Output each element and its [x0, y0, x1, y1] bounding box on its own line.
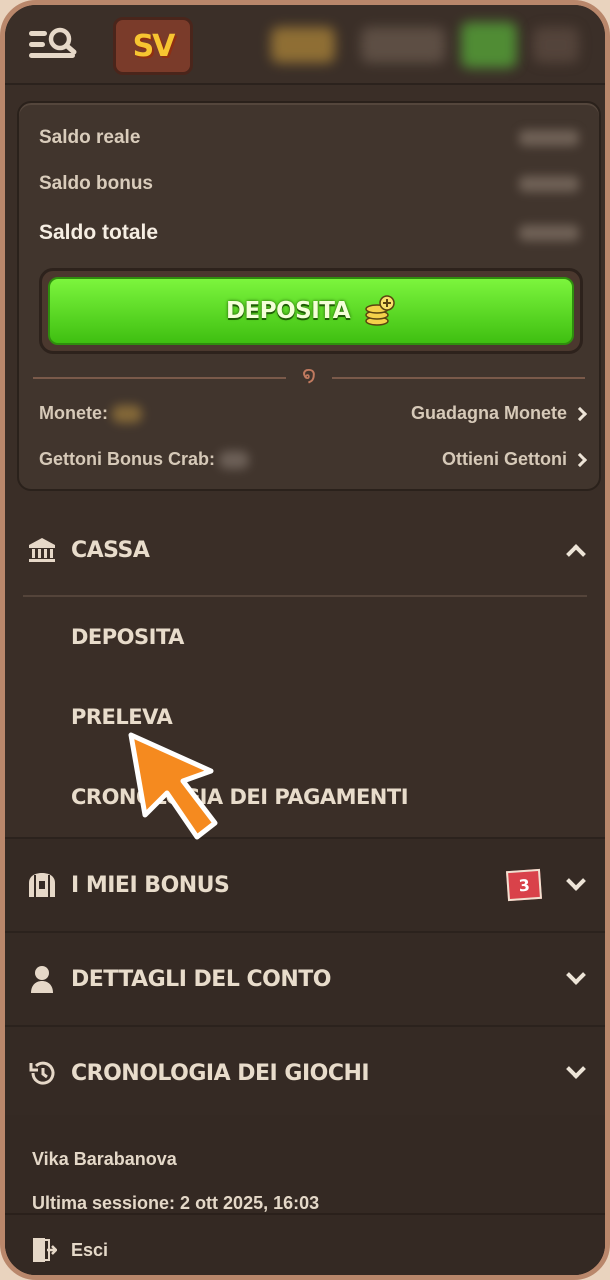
app-screen: SV Saldo reale Saldo bonus Saldo totale …	[0, 0, 610, 1280]
treasure-chest-icon	[27, 870, 57, 900]
account-footer: Vika Barabanova Ultima sessione: 2 ott 2…	[5, 1115, 605, 1275]
game-history-header[interactable]: CRONOLOGIA DEI GIOCHI	[5, 1027, 605, 1119]
total-balance-row: Saldo totale	[39, 221, 579, 245]
account-menu: CASSA DEPOSITA PRELEVA CRONOLOGIA DEI PA…	[5, 505, 605, 1121]
total-balance-value	[519, 225, 579, 241]
pointer-arrow-icon	[128, 732, 218, 840]
cassa-deposit-item[interactable]: DEPOSITA	[5, 597, 605, 677]
cassa-section: CASSA DEPOSITA PRELEVA CRONOLOGIA DEI PA…	[5, 505, 605, 839]
cassa-payment-history-item[interactable]: CRONOLOGIA DEI PAGAMENTI	[5, 757, 605, 837]
menu-search-icon[interactable]	[27, 25, 79, 65]
coins-value	[112, 405, 142, 424]
ornament-divider: ໑	[33, 363, 585, 388]
cash-balance-blurred[interactable]	[361, 27, 445, 63]
bonus-balance-row: Saldo bonus	[39, 173, 579, 195]
deposit-button[interactable]: DEPOSITA	[39, 268, 583, 354]
bonus-count-badge: 3	[505, 868, 543, 902]
crab-tokens-row: Gettoni Bonus Crab: Ottieni Gettoni	[39, 449, 588, 470]
gift-icon[interactable]	[461, 22, 517, 68]
real-balance-label: Saldo reale	[39, 127, 141, 148]
bonus-balance-value	[519, 176, 579, 192]
chevron-down-icon	[566, 965, 586, 985]
user-icon[interactable]	[533, 27, 579, 63]
get-tokens-link[interactable]: Ottieni Gettoni	[442, 449, 588, 470]
account-details-label: DETTAGLI DEL CONTO	[71, 966, 331, 992]
cassa-label: CASSA	[71, 537, 150, 563]
chevron-down-icon	[566, 871, 586, 891]
brand-logo[interactable]: SV	[113, 17, 193, 75]
chevron-down-icon	[566, 1059, 586, 1079]
deposit-button-label: DEPOSITA	[225, 298, 351, 324]
top-bar: SV	[5, 5, 605, 85]
history-clock-icon	[27, 1058, 57, 1088]
logout-label: Esci	[71, 1239, 109, 1260]
bank-icon	[27, 535, 57, 565]
chevron-right-icon	[572, 406, 588, 421]
swirl-ornament-icon: ໑	[301, 362, 317, 388]
coins-row: Monete: Guadagna Monete	[39, 403, 588, 424]
chevron-up-icon	[566, 544, 586, 564]
bonus-label: I MIEI BONUS	[71, 872, 230, 898]
account-details-section[interactable]: DETTAGLI DEL CONTO	[5, 933, 605, 1027]
last-session: Ultima sessione: 2 ott 2025, 16:03	[32, 1193, 320, 1213]
bonus-header[interactable]: I MIEI BONUS 3	[5, 839, 605, 931]
deposit-button-face[interactable]: DEPOSITA	[48, 277, 574, 345]
crab-tokens-label: Gettoni Bonus Crab:	[39, 449, 249, 470]
total-balance-label: Saldo totale	[39, 221, 159, 244]
logout-button[interactable]: Esci	[5, 1213, 605, 1275]
user-icon	[27, 964, 57, 994]
bonus-balance-label: Saldo bonus	[39, 173, 153, 194]
cassa-withdraw-item[interactable]: PRELEVA	[5, 677, 605, 757]
coin-balance-blurred[interactable]	[271, 27, 335, 63]
coins-label: Monete:	[39, 403, 142, 424]
game-history-section[interactable]: CRONOLOGIA DEI GIOCHI	[5, 1027, 605, 1121]
balance-card: Saldo reale Saldo bonus Saldo totale DEP…	[17, 101, 601, 491]
logout-door-icon	[33, 1238, 57, 1262]
earn-coins-link[interactable]: Guadagna Monete	[411, 403, 588, 424]
account-details-header[interactable]: DETTAGLI DEL CONTO	[5, 933, 605, 1025]
real-balance-value	[519, 130, 579, 146]
crab-tokens-value	[219, 451, 249, 470]
real-balance-row: Saldo reale	[39, 127, 579, 149]
bonus-section[interactable]: I MIEI BONUS 3	[5, 839, 605, 933]
chevron-right-icon	[572, 452, 588, 467]
coin-stack-plus-icon	[365, 295, 395, 326]
game-history-label: CRONOLOGIA DEI GIOCHI	[71, 1060, 370, 1086]
user-name: Vika Barabanova	[32, 1149, 177, 1169]
cassa-header[interactable]: CASSA	[23, 505, 587, 597]
